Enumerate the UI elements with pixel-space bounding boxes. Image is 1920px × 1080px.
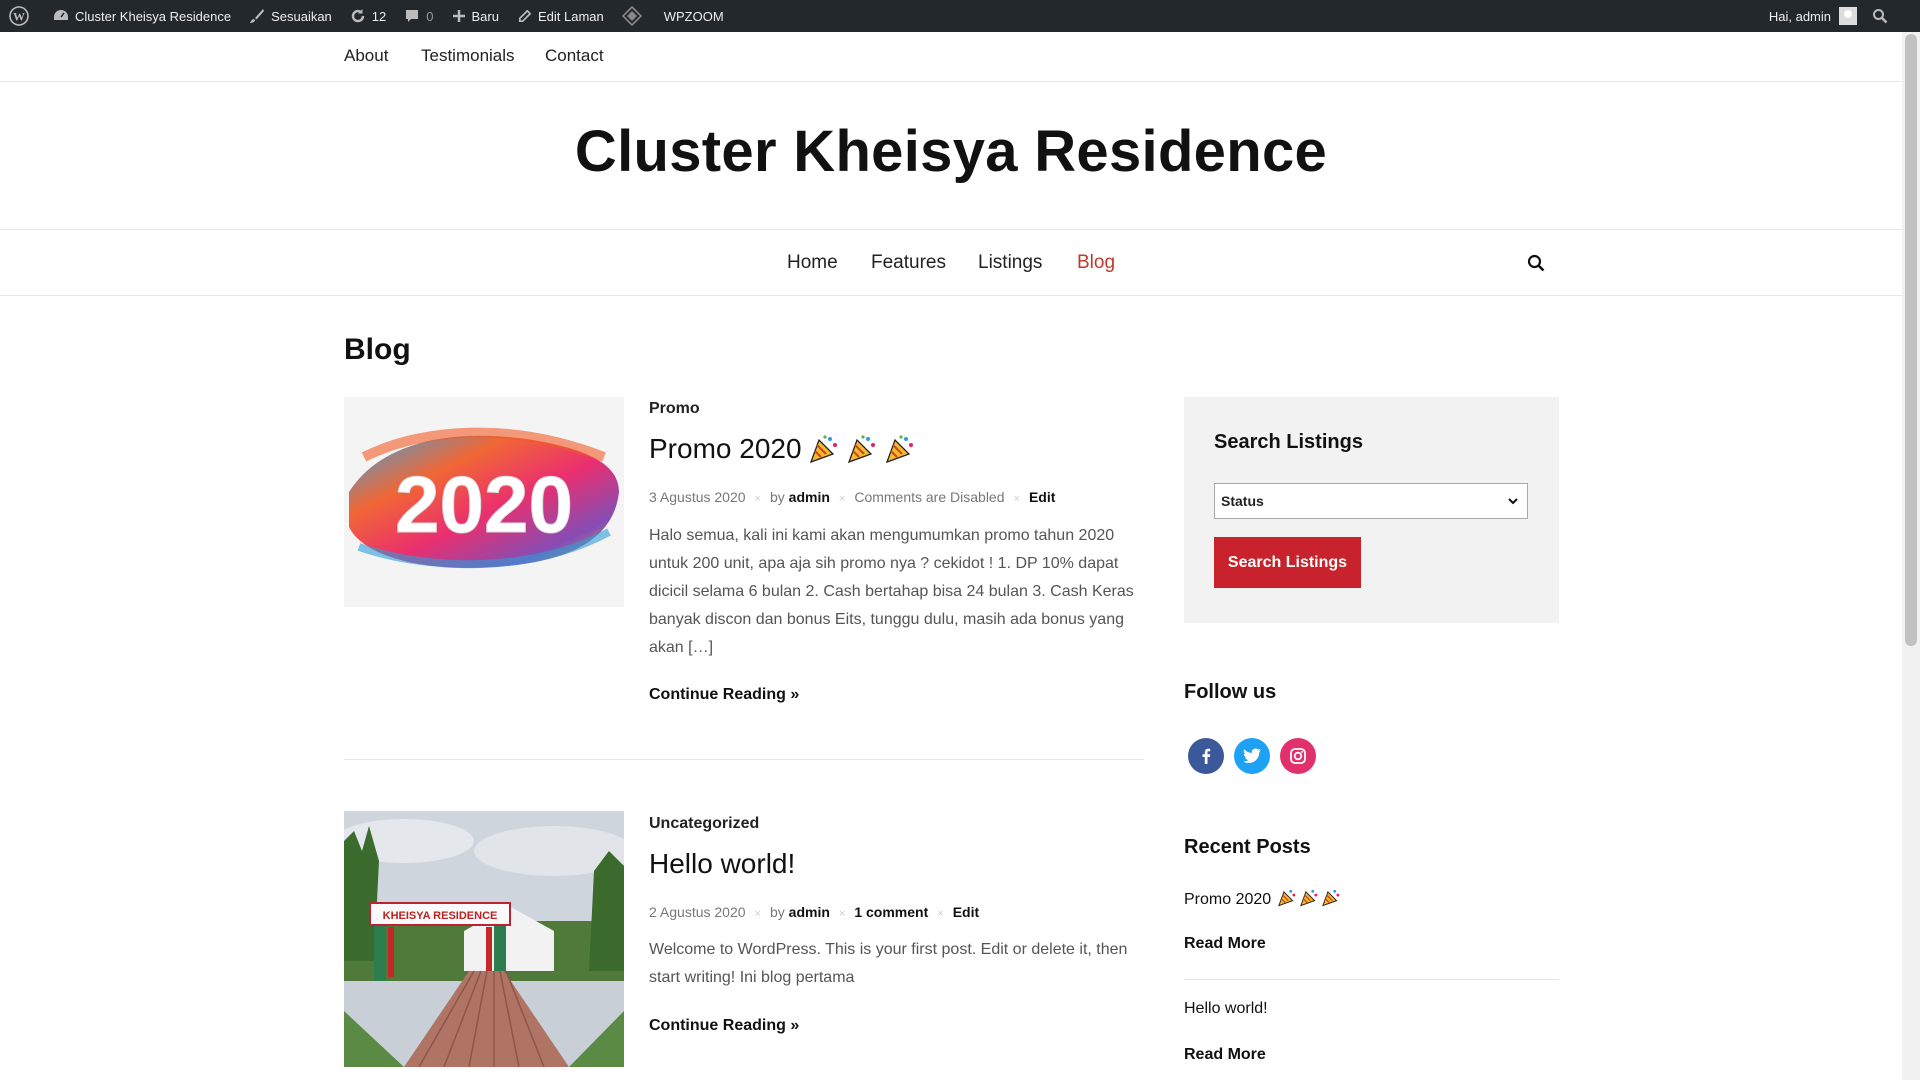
post-date[interactable]: 2 Agustus 2020 <box>649 904 746 920</box>
page-scrollbar[interactable] <box>1902 32 1920 1080</box>
post-thumbnail-promo[interactable]: 2020 <box>344 397 624 607</box>
post-edit-link[interactable]: Edit <box>953 904 979 920</box>
post-excerpt: Welcome to WordPress. This is your first… <box>649 941 1128 986</box>
admin-bar-wpzoom[interactable]: WPZOOM <box>613 0 733 32</box>
main-nav-blog[interactable]: Blog <box>1077 252 1115 274</box>
post-date[interactable]: 3 Agustus 2020 <box>649 489 746 505</box>
post-comments[interactable]: 1 comment <box>854 904 928 920</box>
avatar <box>1839 7 1857 25</box>
main-nav-home[interactable]: Home <box>787 252 838 274</box>
top-nav-testimonials[interactable]: Testimonials <box>421 46 515 66</box>
plus-icon <box>452 10 465 22</box>
party-popper-icon <box>1299 888 1319 912</box>
post-meta: 3 Agustus 2020 × by admin × Comments are Dis… <box>649 489 1056 505</box>
read-more-link[interactable]: Read More <box>1184 1046 1266 1064</box>
continue-reading-link[interactable]: Continue Reading » <box>649 686 799 704</box>
thumb-gate-sign-text: KHEISYA RESIDENCE <box>383 910 498 922</box>
post-excerpt: Halo semua, kali ini kami akan mengumumk… <box>649 527 1134 656</box>
admin-bar: W Cluster Kheisya Residence Sesuaikan 12… <box>0 0 1920 32</box>
search-icon[interactable] <box>1527 254 1545 277</box>
post-comments: Comments are Disabled <box>854 489 1005 505</box>
widget-title: Search Listings <box>1214 431 1363 453</box>
wordpress-logo-icon[interactable]: W <box>0 0 44 32</box>
top-navigation: About Testimonials Contact <box>0 32 1902 82</box>
party-popper-icon <box>1277 888 1297 912</box>
search-listings-button[interactable]: Search Listings <box>1214 537 1361 588</box>
comment-icon <box>406 10 419 22</box>
party-popper-icon <box>808 434 840 464</box>
admin-bar-edit-page[interactable]: Edit Laman <box>508 0 613 32</box>
pencil-icon <box>518 9 532 22</box>
chevron-down-icon <box>1507 494 1519 510</box>
post-author[interactable]: admin <box>789 904 830 920</box>
party-popper-icon <box>884 434 916 464</box>
admin-bar-comments[interactable]: 0 <box>395 0 442 32</box>
search-listings-widget: Search Listings Status Search Listings <box>1184 397 1559 623</box>
status-select[interactable]: Status <box>1214 483 1528 519</box>
site-title[interactable]: Cluster Kheisya Residence <box>0 118 1902 185</box>
brush-icon <box>250 9 265 23</box>
svg-text:W: W <box>13 10 25 24</box>
admin-bar-search-icon[interactable] <box>1863 0 1894 32</box>
thumb-2020-text: 2020 <box>395 460 573 549</box>
page-title: Blog <box>344 333 411 366</box>
post-category[interactable]: Uncategorized <box>649 815 759 833</box>
party-popper-icon <box>846 434 878 464</box>
main-nav-listings[interactable]: Listings <box>978 252 1042 274</box>
post-title[interactable]: Hello world! <box>649 848 795 880</box>
updates-icon <box>351 9 364 23</box>
recent-post-link[interactable]: Promo 2020 <box>1184 888 1341 912</box>
post-meta: 2 Agustus 2020 × by admin × 1 comment × Edit <box>649 904 980 920</box>
post-title[interactable]: Promo 2020 <box>649 433 916 465</box>
post-author[interactable]: admin <box>789 489 830 505</box>
admin-bar-updates[interactable]: 12 <box>341 0 395 32</box>
top-nav-contact[interactable]: Contact <box>545 46 604 66</box>
twitter-icon[interactable] <box>1234 738 1270 774</box>
admin-bar-account[interactable]: Hai, admin <box>1760 0 1863 32</box>
post-thumbnail-hello[interactable]: KHEISYA RESIDENCE <box>344 811 624 1067</box>
follow-us-title: Follow us <box>1184 681 1277 703</box>
party-popper-icon <box>1321 888 1341 912</box>
admin-bar-site-name[interactable]: Cluster Kheisya Residence <box>44 0 240 32</box>
admin-bar-new[interactable]: Baru <box>443 0 508 32</box>
recent-posts-title: Recent Posts <box>1184 836 1311 858</box>
scrollbar-thumb[interactable] <box>1905 34 1917 646</box>
continue-reading-link[interactable]: Continue Reading » <box>649 1017 799 1035</box>
facebook-icon[interactable] <box>1188 738 1224 774</box>
post-category[interactable]: Promo <box>649 400 700 418</box>
wpzoom-icon <box>621 6 642 26</box>
post-edit-link[interactable]: Edit <box>1029 489 1055 505</box>
top-nav-about[interactable]: About <box>344 46 388 66</box>
read-more-link[interactable]: Read More <box>1184 935 1266 953</box>
instagram-icon[interactable] <box>1280 738 1316 774</box>
post-divider <box>344 759 1144 760</box>
main-navigation: Home Features Listings Blog <box>0 229 1902 296</box>
main-nav-features[interactable]: Features <box>871 252 946 274</box>
admin-bar-customize[interactable]: Sesuaikan <box>240 0 341 32</box>
dashboard-icon <box>54 10 68 20</box>
recent-post-link[interactable]: Hello world! <box>1184 1000 1268 1018</box>
recent-posts-divider <box>1184 979 1559 980</box>
